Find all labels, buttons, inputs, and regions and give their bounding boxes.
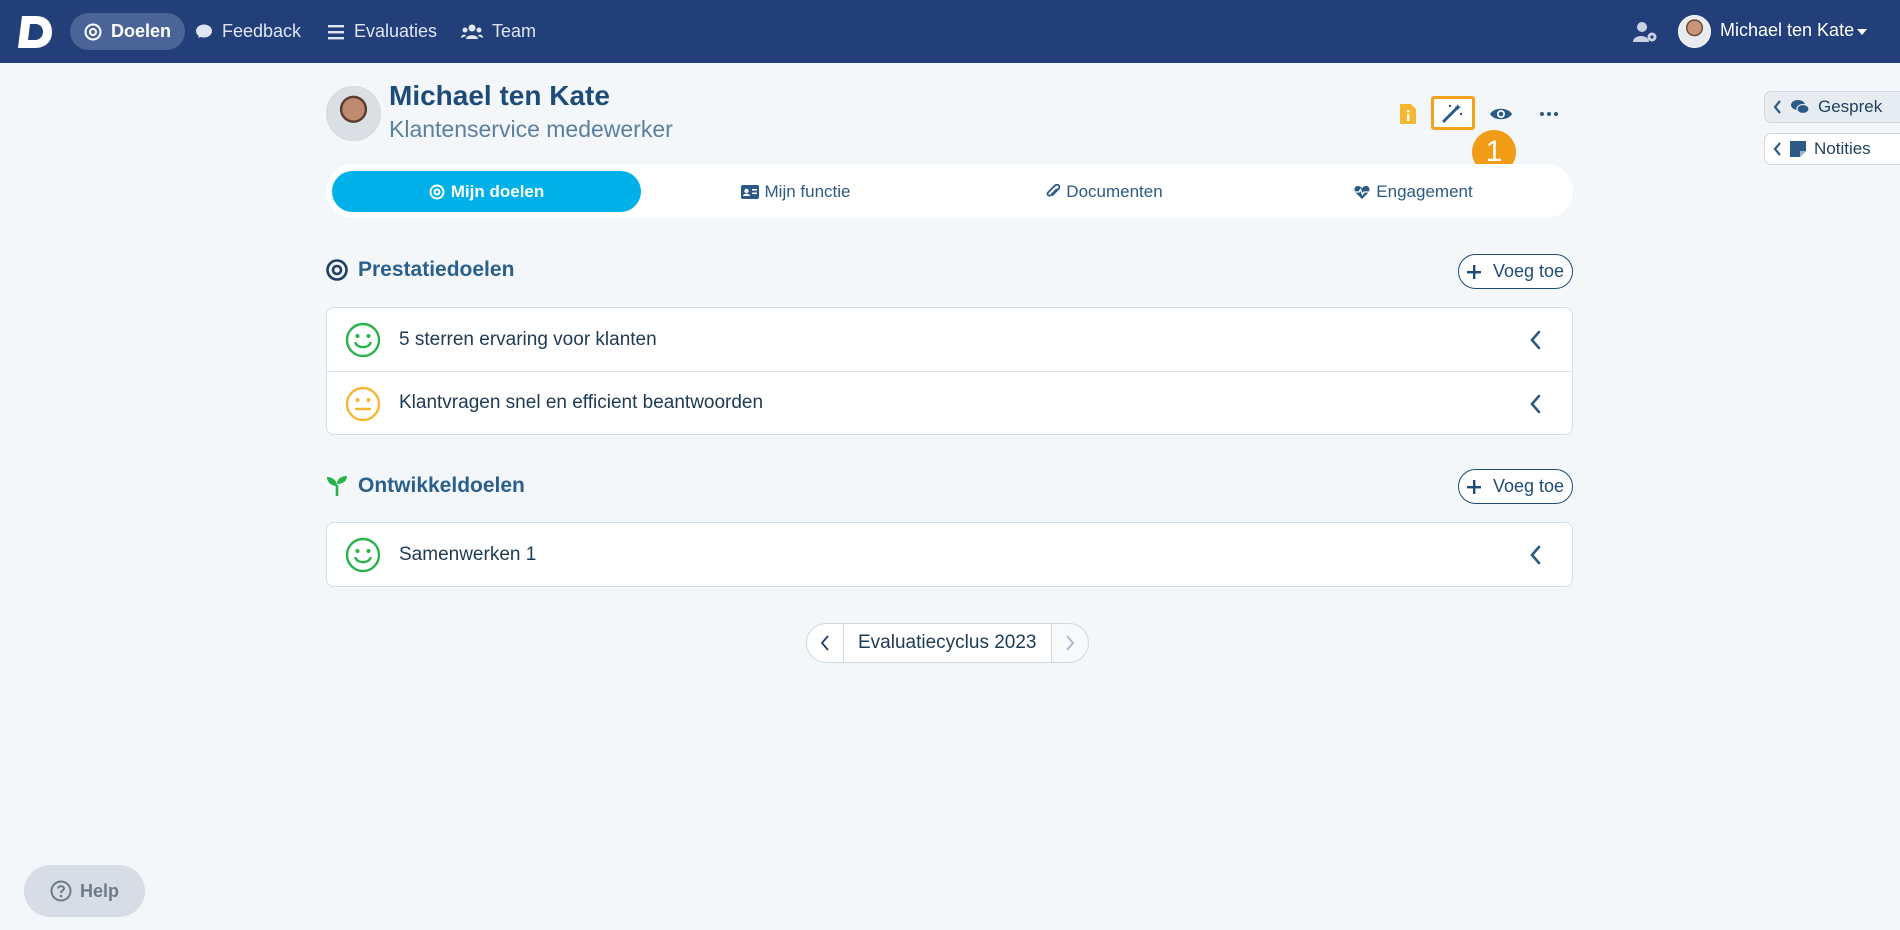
chevron-left-icon [1773,142,1781,156]
nav-item-doelen[interactable]: Doelen [70,13,186,50]
profile-name: Michael ten Kate [389,80,610,111]
section-title-prestatiedoelen: Prestatiedoelen [326,258,514,282]
nav-label: Feedback [222,21,302,41]
previous-cycle-button[interactable] [806,623,844,663]
magic-wand-icon [1442,104,1463,123]
heartbeat-icon [1354,185,1370,199]
section-title-ontwikkeldoelen: Ontwikkeldoelen [326,474,525,498]
profile-tabs: Mijn doelen Mijn functie Documenten Enga… [326,164,1573,218]
goal-row[interactable]: Samenwerken 1 [327,523,1572,586]
section-title-text: Ontwikkeldoelen [358,474,525,497]
preview-button[interactable] [1488,100,1514,128]
performance-goals-list: 5 sterren ervaring voor klanten Klantvra… [326,307,1573,435]
chevron-left-icon[interactable] [1529,394,1541,414]
tab-label: Mijn doelen [450,181,545,201]
top-navigation-bar: Doelen Feedback Evaluaties Team Michael … [0,0,1900,63]
user-settings-icon[interactable] [1632,20,1658,44]
tab-label: Documenten [1066,181,1163,201]
comments-icon [1791,100,1810,115]
ellipsis-icon [1540,112,1558,116]
app-logo[interactable] [16,13,54,51]
info-document-button[interactable] [1398,100,1418,128]
side-tab-label: Gesprek [1818,97,1883,116]
paperclip-icon [1046,183,1061,197]
development-goals-list: Samenwerken 1 [326,522,1573,587]
chevron-left-icon [820,635,829,651]
question-circle-icon [50,880,72,902]
goal-row[interactable]: 5 sterren ervaring voor klanten [327,308,1572,371]
smiley-happy-icon [345,537,381,573]
seedling-icon [327,476,347,496]
chevron-left-icon[interactable] [1529,545,1541,565]
more-options-button[interactable] [1536,100,1562,128]
profile-avatar [326,86,381,141]
target-icon [84,23,102,40]
tab-engagement[interactable]: Engagement [1259,171,1568,212]
file-info-icon [1400,104,1416,124]
cycle-label[interactable]: Evaluatiecyclus 2023 [844,623,1051,663]
tab-mijn-functie[interactable]: Mijn functie [641,171,950,212]
smiley-happy-icon [345,322,381,358]
user-avatar[interactable] [1678,15,1711,48]
nav-label: Team [492,21,537,41]
plus-icon [1466,264,1481,279]
target-icon [429,184,445,199]
nav-label: Doelen [111,21,172,41]
user-menu-name[interactable]: Michael ten Kate [1720,20,1854,41]
nav-item-evaluaties[interactable]: Evaluaties [313,13,451,50]
side-tab-gesprek[interactable]: Gesprek [1764,91,1900,123]
chevron-left-icon[interactable] [1529,330,1541,350]
tab-mijn-doelen[interactable]: Mijn doelen [332,171,641,212]
tab-label: Engagement [1376,181,1473,201]
add-button-label: Voeg toe [1492,261,1565,281]
smiley-neutral-icon [345,386,381,422]
chevron-down-icon[interactable] [1857,29,1867,35]
next-cycle-button[interactable] [1050,623,1089,663]
chevron-left-icon [1773,100,1781,114]
users-icon [461,24,483,39]
nav-item-team[interactable]: Team [447,13,550,50]
sticky-note-icon [1790,141,1806,157]
goal-label: Samenwerken 1 [399,543,537,565]
add-button-label: Voeg toe [1492,476,1565,496]
tab-label: Mijn functie [764,181,851,201]
help-label: Help [79,880,119,901]
id-card-icon [740,184,759,199]
nav-item-feedback[interactable]: Feedback [181,13,315,50]
target-icon [326,259,348,281]
list-icon [328,24,344,39]
tab-documenten[interactable]: Documenten [950,171,1259,212]
eye-icon [1490,108,1512,120]
section-title-text: Prestatiedoelen [358,258,515,281]
help-button[interactable]: Help [24,865,145,917]
comment-icon [196,24,212,38]
chevron-right-icon [1065,635,1074,651]
profile-role: Klantenservice medewerker [389,116,673,142]
nav-label: Evaluaties [354,21,438,41]
add-development-goal-button[interactable]: Voeg toe [1458,469,1573,504]
goal-row[interactable]: Klantvragen snel en efficient beantwoord… [327,371,1572,434]
goal-label: 5 sterren ervaring voor klanten [399,328,657,350]
goal-label: Klantvragen snel en efficient beantwoord… [399,392,764,413]
add-performance-goal-button[interactable]: Voeg toe [1458,254,1573,289]
side-tab-notities[interactable]: Notities [1764,133,1900,165]
magic-wand-button[interactable] [1431,96,1475,130]
plus-icon [1466,479,1481,494]
side-tab-label: Notities [1814,139,1871,158]
evaluation-cycle-pager: Evaluatiecyclus 2023 [806,623,1089,663]
